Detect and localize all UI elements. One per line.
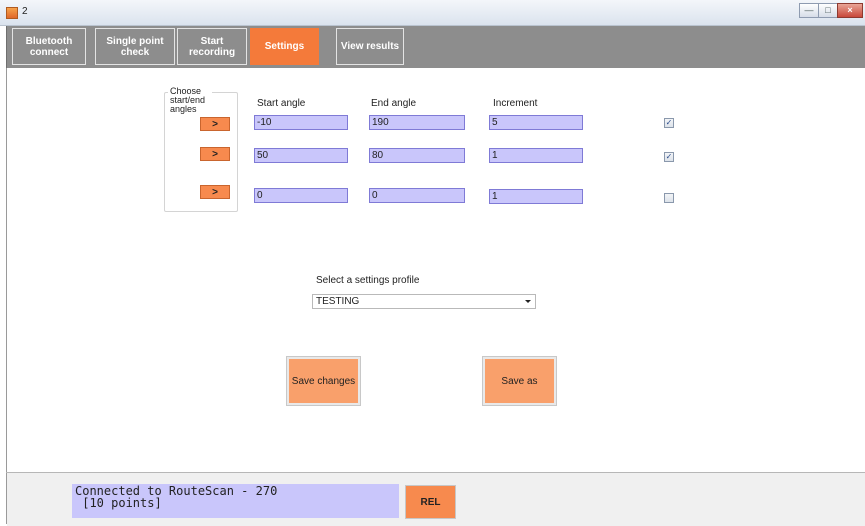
maximize-icon: □ bbox=[825, 5, 831, 15]
end-angle-field-2[interactable]: 80 bbox=[369, 148, 465, 163]
maximize-button[interactable]: □ bbox=[818, 3, 837, 18]
tab-bluetooth-connect[interactable]: Bluetooth connect bbox=[12, 28, 86, 65]
rel-button[interactable]: REL bbox=[405, 485, 456, 519]
start-angle-header: Start angle bbox=[257, 98, 306, 109]
settings-profile-select[interactable]: TESTING bbox=[312, 294, 536, 309]
angles-group-label: Choose start/end angles bbox=[168, 87, 212, 114]
connection-status: Connected to RouteScan - 270 [10 points] bbox=[72, 484, 399, 518]
row-1-checkbox[interactable]: ✓ bbox=[664, 118, 674, 128]
apply-row-2-button[interactable]: > bbox=[200, 147, 230, 161]
apply-row-1-button[interactable]: > bbox=[200, 117, 230, 131]
tab-start-recording[interactable]: Start recording bbox=[177, 28, 247, 65]
row-3-checkbox[interactable] bbox=[664, 193, 674, 203]
end-angle-field-3[interactable]: 0 bbox=[369, 188, 465, 203]
apply-row-3-button[interactable]: > bbox=[200, 185, 230, 199]
save-changes-button[interactable]: Save changes bbox=[286, 356, 361, 406]
increment-field-2[interactable]: 1 bbox=[489, 148, 583, 163]
chevron-right-icon: > bbox=[212, 148, 218, 160]
tab-settings[interactable]: Settings bbox=[250, 28, 319, 65]
selected-profile: TESTING bbox=[316, 296, 360, 307]
minimize-button[interactable]: — bbox=[799, 3, 818, 18]
tab-view-results[interactable]: View results bbox=[336, 28, 404, 65]
settings-profile-label: Select a settings profile bbox=[316, 275, 420, 286]
start-angle-field-2[interactable]: 50 bbox=[254, 148, 348, 163]
chevron-right-icon: > bbox=[212, 186, 218, 198]
end-angle-header: End angle bbox=[371, 98, 417, 109]
close-icon: × bbox=[847, 5, 853, 15]
increment-field-3[interactable]: 1 bbox=[489, 189, 583, 204]
window-controls: — □ × bbox=[799, 3, 863, 18]
minimize-icon: — bbox=[804, 5, 814, 15]
end-angle-field-1[interactable]: 190 bbox=[369, 115, 465, 130]
tab-single-point-check[interactable]: Single point check bbox=[95, 28, 175, 65]
app-icon bbox=[6, 7, 18, 19]
start-angle-field-3[interactable]: 0 bbox=[254, 188, 348, 203]
chevron-down-icon bbox=[525, 300, 531, 303]
increment-field-1[interactable]: 5 bbox=[489, 115, 583, 130]
title-bar: 2 — □ × bbox=[0, 0, 865, 26]
increment-header: Increment bbox=[493, 98, 538, 109]
chevron-right-icon: > bbox=[212, 118, 218, 130]
window-frame-left bbox=[6, 68, 7, 524]
close-button[interactable]: × bbox=[837, 3, 863, 18]
tab-bar: Bluetooth connect Single point check Sta… bbox=[6, 26, 865, 68]
save-as-button[interactable]: Save as bbox=[482, 356, 557, 406]
point-count-text: [10 points] bbox=[75, 496, 162, 510]
start-angle-field-1[interactable]: -10 bbox=[254, 115, 348, 130]
row-2-checkbox[interactable]: ✓ bbox=[664, 152, 674, 162]
window-title: 2 bbox=[22, 6, 28, 17]
